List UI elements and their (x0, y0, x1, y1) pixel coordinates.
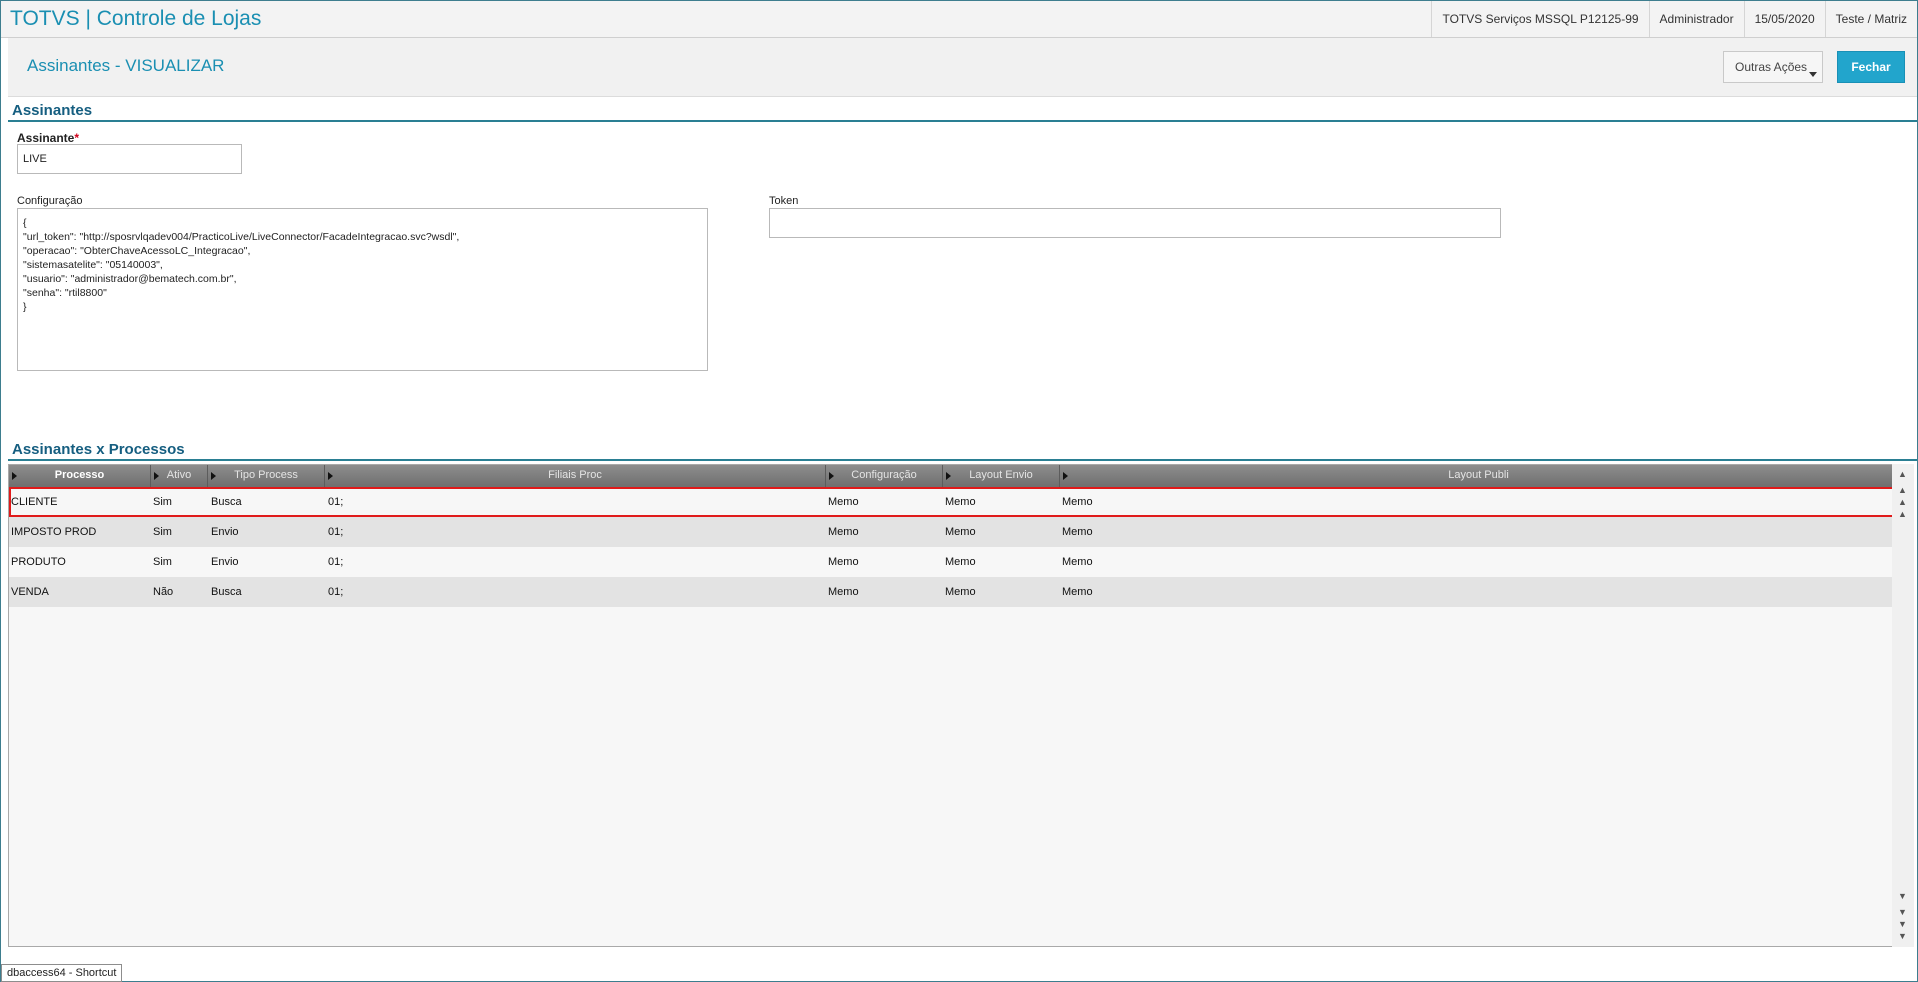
section-divider (8, 459, 1917, 461)
cell-configuracao: Memo (828, 526, 859, 538)
environment-info[interactable]: TOTVS Serviços MSSQL P12125-99 (1431, 1, 1648, 37)
cell-layout-publi: Memo (1062, 556, 1093, 568)
shortcut-tooltip: dbaccess64 - Shortcut (1, 964, 123, 982)
column-header-layout-envio[interactable]: Layout Envio (943, 465, 1060, 487)
column-header-ativo[interactable]: Ativo (151, 465, 208, 487)
cell-layout-publi: Memo (1062, 586, 1093, 598)
column-label: Layout Envio (969, 469, 1033, 481)
column-label: Configuração (851, 469, 917, 481)
cell-filiais-proc: 01; (328, 586, 344, 598)
column-label: Ativo (166, 469, 192, 481)
processes-grid: Processo Ativo Tipo Process Filiais Proc… (8, 464, 1898, 947)
cell-layout-envio: Memo (945, 526, 976, 538)
app-window: TOTVS | Controle de Lojas TOTVS Serviços… (0, 0, 1918, 982)
cell-filiais-proc: 01; (328, 556, 344, 568)
user-info[interactable]: Administrador (1648, 1, 1744, 37)
cell-processo: IMPOSTO PROD (11, 526, 97, 538)
scroll-page-up-icon[interactable]: ▲ ▲ (1895, 484, 1910, 507)
column-label: Layout Publi (1448, 469, 1509, 481)
section-title-processos: Assinantes x Processos (12, 441, 185, 458)
configuracao-textarea[interactable]: { "url_token": "http://sposrvlqadev004/P… (17, 208, 708, 371)
cell-configuracao: Memo (828, 556, 859, 568)
scroll-bottom-icon[interactable]: ▼ (1895, 928, 1910, 944)
table-row[interactable]: VENDA Não Busca 01; Memo Memo Memo (9, 577, 1897, 607)
configuracao-label: Configuração (17, 195, 83, 207)
column-header-tipo-process[interactable]: Tipo Process (208, 465, 325, 487)
table-row[interactable]: CLIENTE Sim Busca 01; Memo Memo Memo (9, 487, 1897, 517)
cell-tipo-process: Envio (211, 526, 239, 538)
cell-processo: PRODUTO (11, 556, 66, 568)
cell-filiais-proc: 01; (328, 526, 344, 538)
assinante-label-text: Assinante (17, 131, 75, 145)
column-header-layout-publi[interactable]: Layout Publi (1060, 465, 1897, 487)
app-title: TOTVS | Controle de Lojas (10, 7, 262, 30)
cell-configuracao: Memo (828, 586, 859, 598)
assinante-input[interactable] (17, 144, 242, 174)
session-info: TOTVS Serviços MSSQL P12125-99 Administr… (1431, 1, 1917, 37)
other-actions-button[interactable]: Outras Ações (1723, 51, 1823, 83)
column-label: Tipo Process (234, 469, 298, 481)
page-title: Assinantes - VISUALIZAR (27, 56, 225, 75)
other-actions-label: Outras Ações (1735, 60, 1808, 74)
token-input[interactable] (769, 208, 1501, 238)
cell-ativo: Sim (153, 556, 172, 568)
cell-layout-publi: Memo (1062, 526, 1093, 538)
scroll-up-icon[interactable]: ▲ (1895, 506, 1910, 522)
column-header-processo[interactable]: Processo (9, 465, 151, 487)
chevron-down-icon (1809, 72, 1817, 77)
table-row[interactable]: IMPOSTO PROD Sim Envio 01; Memo Memo Mem… (9, 517, 1897, 547)
scroll-down-icon[interactable]: ▼ (1895, 888, 1910, 904)
cell-ativo: Não (153, 586, 174, 598)
cell-processo: CLIENTE (11, 496, 58, 508)
cell-tipo-process: Busca (211, 586, 242, 598)
cell-layout-envio: Memo (945, 586, 976, 598)
token-label: Token (769, 195, 799, 207)
cell-ativo: Sim (153, 526, 172, 538)
cell-layout-envio: Memo (945, 556, 976, 568)
scroll-top-icon[interactable]: ▲ (1895, 466, 1910, 482)
cell-layout-publi: Memo (1062, 496, 1093, 508)
cell-tipo-process: Busca (211, 496, 242, 508)
top-bar: TOTVS | Controle de Lojas TOTVS Serviços… (1, 1, 1917, 38)
date-info[interactable]: 15/05/2020 (1743, 1, 1825, 37)
column-header-configuracao[interactable]: Configuração (826, 465, 943, 487)
column-header-filiais-proc[interactable]: Filiais Proc (325, 465, 826, 487)
cell-layout-envio: Memo (945, 496, 976, 508)
column-label: Filiais Proc (548, 469, 602, 481)
grid-scrollbar[interactable]: ▲ ▲ ▲ ▲ ▼ ▼ ▼ ▼ (1892, 464, 1914, 947)
table-row[interactable]: PRODUTO Sim Envio 01; Memo Memo Memo (9, 547, 1897, 577)
cell-filiais-proc: 01; (328, 496, 344, 508)
scroll-page-down-icon[interactable]: ▼ ▼ (1895, 906, 1910, 929)
grid-header: Processo Ativo Tipo Process Filiais Proc… (9, 465, 1897, 487)
section-title-assinantes: Assinantes (12, 102, 93, 119)
page-header: Assinantes - VISUALIZAR Outras Ações Fec… (8, 38, 1917, 97)
cell-tipo-process: Envio (211, 556, 239, 568)
section-divider (8, 120, 1917, 122)
cell-configuracao: Memo (828, 496, 859, 508)
required-mark: * (74, 131, 80, 145)
close-button[interactable]: Fechar (1837, 51, 1905, 83)
column-label: Processo (54, 469, 105, 481)
company-info[interactable]: Teste / Matriz (1824, 1, 1917, 37)
cell-ativo: Sim (153, 496, 172, 508)
assinante-label: Assinante* (17, 131, 79, 145)
cell-processo: VENDA (11, 586, 49, 598)
